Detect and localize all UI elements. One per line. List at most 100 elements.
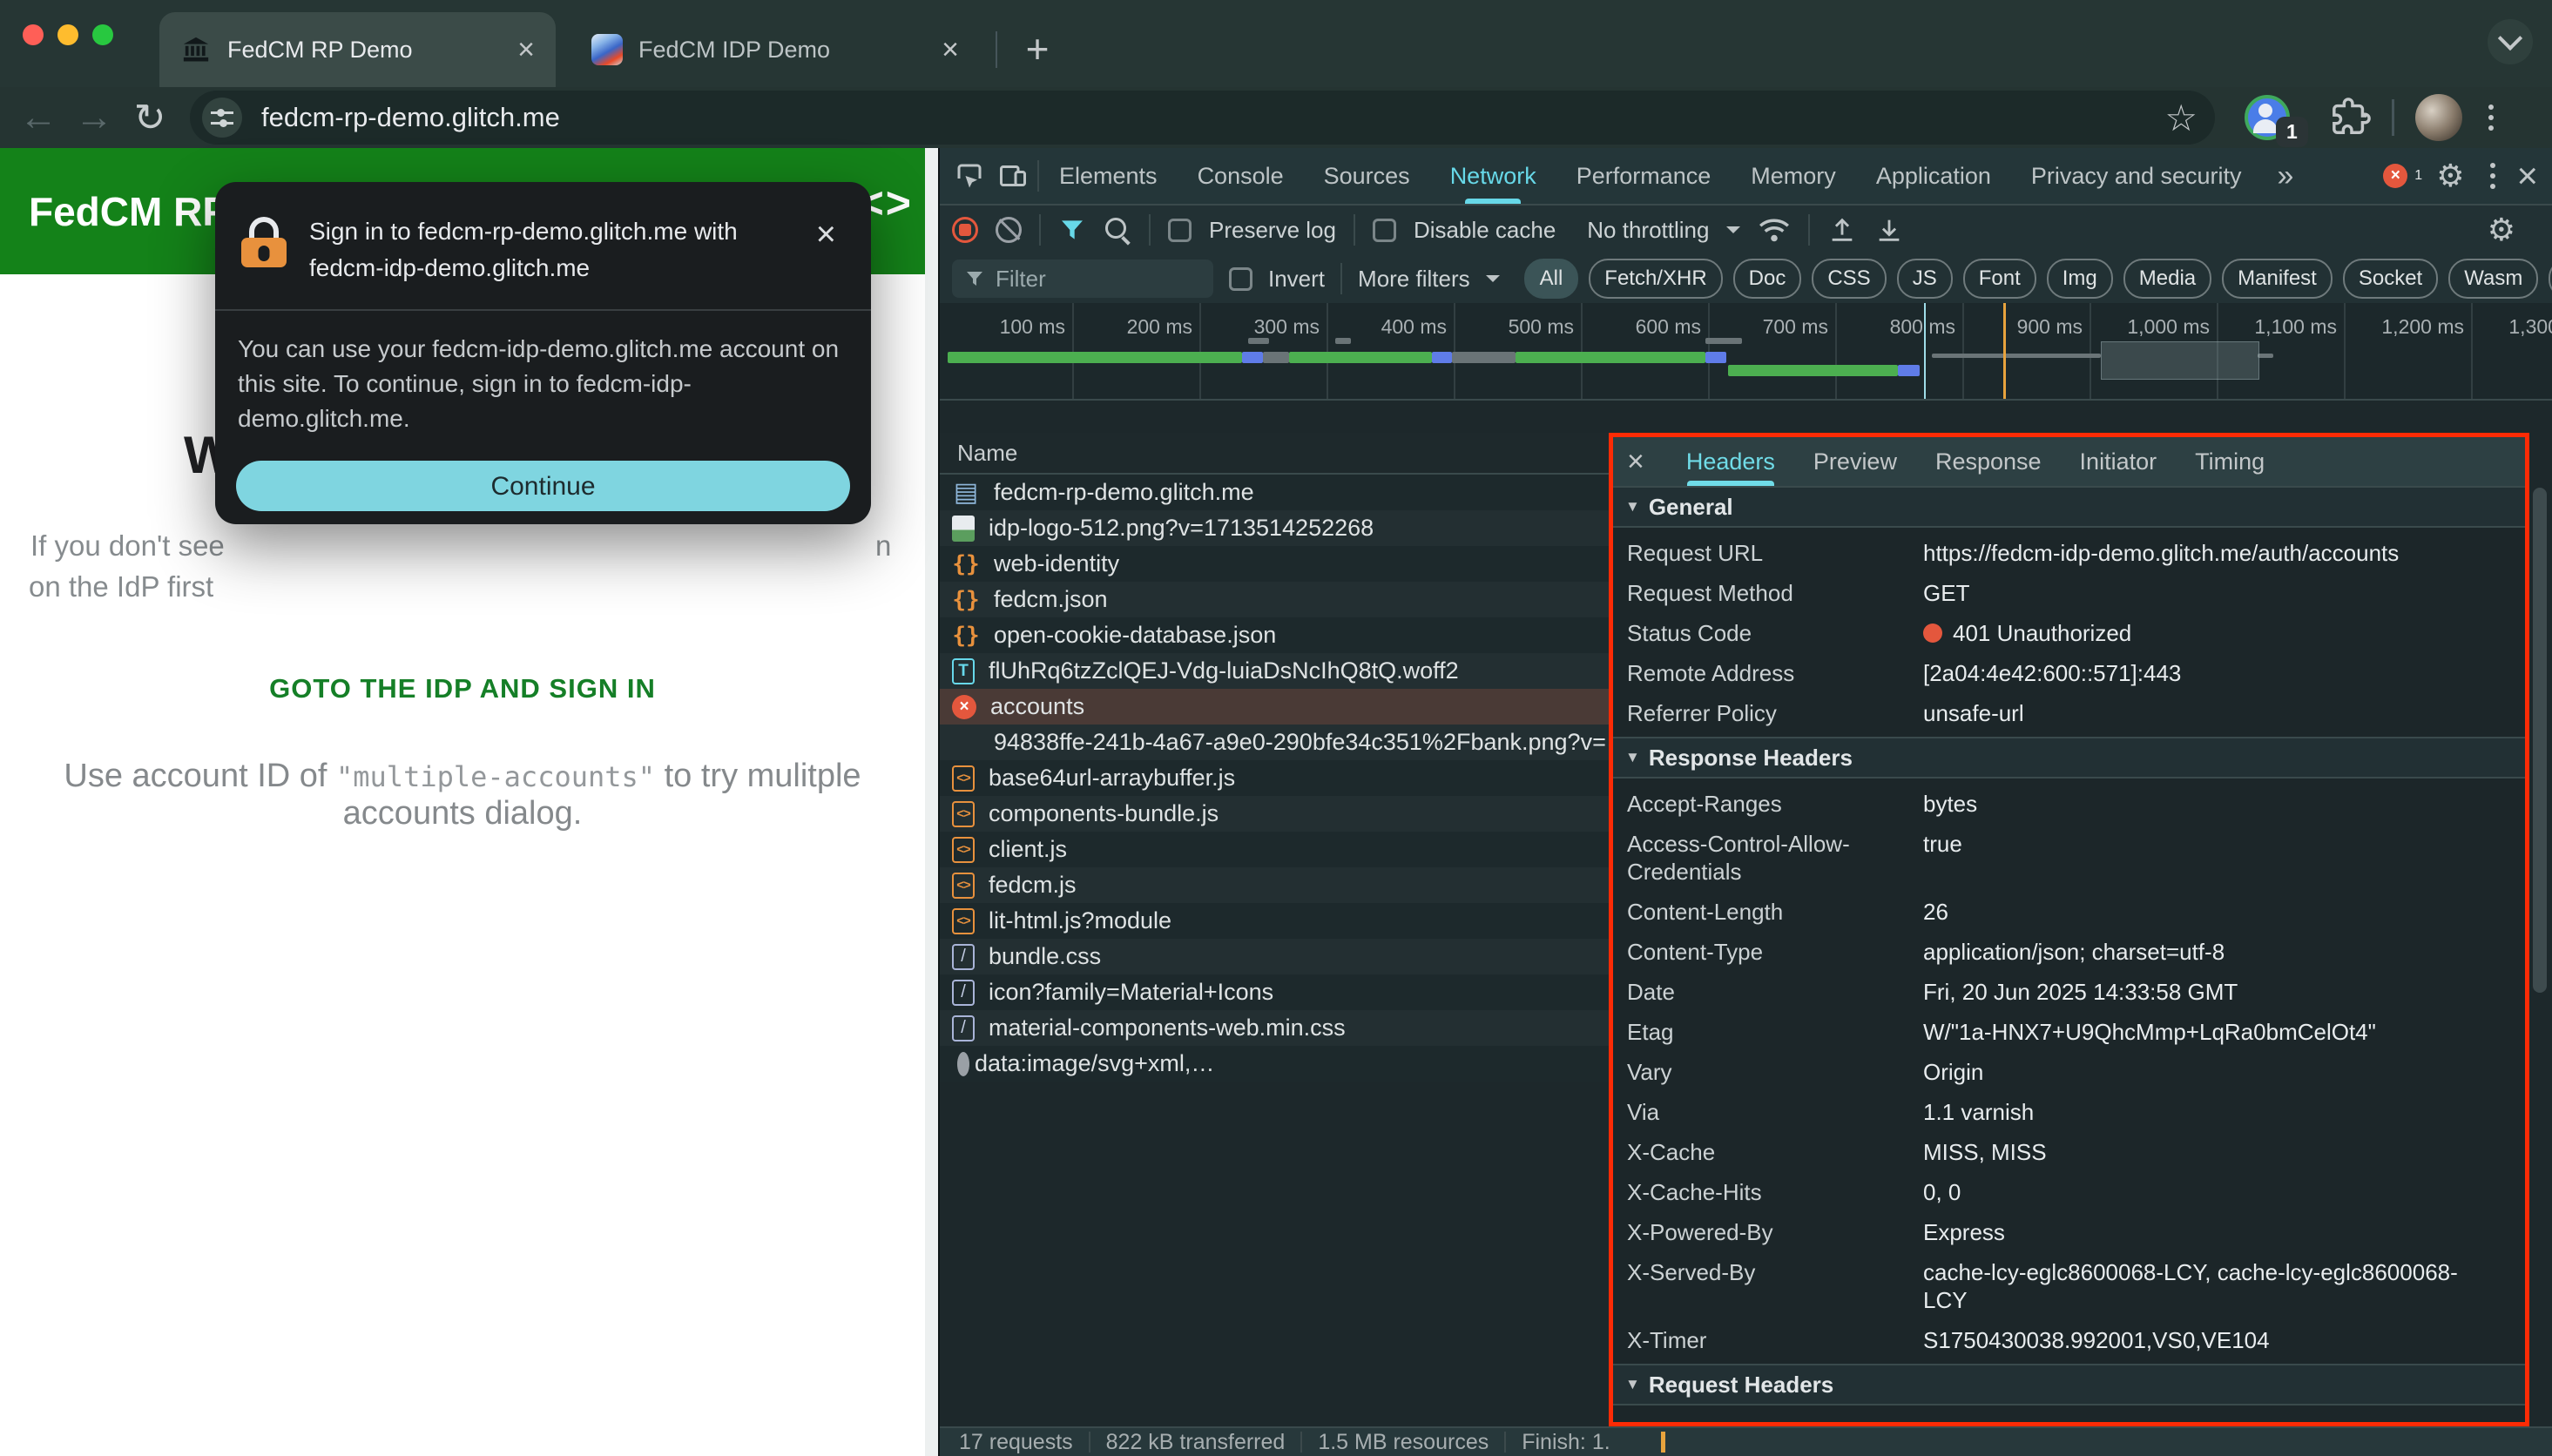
request-row-fedcm-rp-demo-glitch-me[interactable]: ▤fedcm-rp-demo.glitch.me [940, 475, 1609, 510]
import-har-icon[interactable] [1827, 215, 1857, 245]
close-details-icon[interactable]: × [1627, 447, 1644, 476]
site-info-icon[interactable] [202, 98, 242, 138]
timeline-selected-region[interactable] [2101, 341, 2259, 380]
filter-pill-js[interactable]: JS [1897, 259, 1953, 299]
search-icon[interactable] [1104, 216, 1131, 244]
section-header-response-headers[interactable]: ▼Response Headers [1613, 737, 2525, 779]
ruler-label: 900 ms [1968, 315, 2083, 339]
details-tab-preview[interactable]: Preview [1813, 437, 1897, 486]
filter-pill-media[interactable]: Media [2123, 259, 2211, 299]
devtools-tab-performance[interactable]: Performance [1576, 148, 1711, 204]
device-toolbar-icon[interactable] [997, 160, 1029, 192]
devtools-tab-elements[interactable]: Elements [1059, 148, 1158, 204]
requests-name-column-header[interactable]: Name [940, 433, 1609, 475]
details-tab-headers[interactable]: Headers [1686, 437, 1775, 486]
devtools-tab-application[interactable]: Application [1876, 148, 1991, 204]
request-row-open-cookie-database-jso[interactable]: {}open-cookie-database.json [940, 617, 1609, 653]
ruler-gridline [2344, 303, 2346, 401]
details-tab-initiator[interactable]: Initiator [2080, 437, 2157, 486]
bookmark-star-icon[interactable]: ☆ [2164, 97, 2198, 139]
browser-tab-rp-demo[interactable]: FedCM RP Demo × [159, 12, 556, 87]
devtools-tab-memory[interactable]: Memory [1751, 148, 1836, 204]
filter-pill-css[interactable]: CSS [1812, 259, 1886, 299]
devtools-tab-console[interactable]: Console [1198, 148, 1284, 204]
filter-pill-all[interactable]: All [1524, 259, 1579, 299]
network-settings-icon[interactable]: ⚙ [2488, 212, 2515, 248]
devtools-menu-icon[interactable] [2490, 163, 2495, 189]
tab-search-button[interactable] [2488, 19, 2533, 64]
new-tab-button[interactable]: + [1015, 26, 1060, 71]
devtools-scrollbar[interactable] [2533, 488, 2547, 993]
network-filter-bar: Filter Invert More filters AllFetch/XHRD… [940, 254, 2552, 303]
goto-idp-link[interactable]: GOTO THE IDP AND SIGN IN [0, 673, 925, 704]
devtools-close-icon[interactable]: × [2516, 155, 2538, 197]
request-row-fedcm-json[interactable]: {}fedcm.json [940, 582, 1609, 617]
network-conditions-icon[interactable] [1758, 216, 1791, 244]
request-row-web-identity[interactable]: {}web-identity [940, 546, 1609, 582]
filter-pill-other[interactable]: Other [2549, 259, 2552, 299]
tab-close-icon[interactable]: × [517, 35, 535, 64]
forward-button[interactable]: → [66, 96, 122, 139]
export-har-icon[interactable] [1874, 215, 1904, 245]
browser-tab-idp-demo[interactable]: FedCM IDP Demo × [570, 12, 980, 87]
filter-pill-doc[interactable]: Doc [1733, 259, 1802, 299]
request-row-idp-logo-512-png-v-17135[interactable]: idp-logo-512.png?v=1713514252268 [940, 510, 1609, 546]
details-tab-timing[interactable]: Timing [2195, 437, 2265, 486]
inspect-element-icon[interactable] [954, 160, 985, 192]
request-row-94838ffe-241b-4a67-a9e0-[interactable]: 94838ffe-241b-4a67-a9e0-290bfe34c351%2Fb… [940, 725, 1609, 760]
request-row-fedcm-js[interactable]: <>fedcm.js [940, 867, 1609, 903]
more-tabs-icon[interactable]: » [2278, 159, 2294, 193]
address-bar[interactable]: fedcm-rp-demo.glitch.me ☆ [190, 91, 2215, 145]
tab-close-icon[interactable]: × [942, 35, 959, 64]
record-network-log-icon[interactable] [952, 217, 978, 243]
filter-pill-manifest[interactable]: Manifest [2222, 259, 2333, 299]
request-row-fluhrq6tzzclqej-vdg-luia[interactable]: TflUhRq6tzZclQEJ-Vdg-luiaDsNcIhQ8tQ.woff… [940, 653, 1609, 689]
reload-button[interactable]: ↻ [122, 96, 178, 140]
filter-pill-wasm[interactable]: Wasm [2448, 259, 2538, 299]
extensions-puzzle-icon[interactable] [2331, 98, 2371, 138]
section-rows: Accept-RangesbytesAccess-Control-Allow-C… [1613, 779, 2525, 1365]
filter-input[interactable]: Filter [952, 260, 1213, 298]
dialog-title: Sign in to fedcm-rp-demo.glitch.me with … [309, 213, 738, 286]
devtools-tab-privacy-and-security[interactable]: Privacy and security [2031, 148, 2242, 204]
request-row-accounts[interactable]: ×accounts [940, 689, 1609, 725]
devtools-tab-network[interactable]: Network [1450, 148, 1536, 204]
invert-checkbox[interactable] [1229, 267, 1252, 291]
disable-cache-checkbox[interactable] [1373, 219, 1396, 242]
continue-button[interactable]: Continue [236, 461, 850, 511]
request-row-lit-html-js-module[interactable]: <>lit-html.js?module [940, 903, 1609, 939]
back-button[interactable]: ← [10, 96, 66, 139]
toolbar-separator [2392, 99, 2394, 136]
request-row-material-components-web-[interactable]: /material-components-web.min.css [940, 1010, 1609, 1046]
request-row-data-image-svg-xml-[interactable]: data:image/svg+xml,… [940, 1046, 1609, 1082]
filter-pill-socket[interactable]: Socket [2343, 259, 2438, 299]
clear-network-log-icon[interactable] [996, 217, 1022, 243]
maximize-window-button[interactable] [92, 24, 113, 45]
browser-menu-icon[interactable] [2488, 104, 2494, 131]
dialog-close-icon[interactable]: × [807, 213, 845, 255]
timeline-marker-line [1924, 303, 1926, 401]
details-tab-response[interactable]: Response [1935, 437, 2042, 486]
minimize-window-button[interactable] [57, 24, 78, 45]
preserve-log-checkbox[interactable] [1168, 219, 1192, 242]
filter-pill-img[interactable]: Img [2047, 259, 2113, 299]
request-row-bundle-css[interactable]: /bundle.css [940, 939, 1609, 974]
request-row-client-js[interactable]: <>client.js [940, 832, 1609, 867]
more-filters-button[interactable]: More filters [1358, 266, 1470, 293]
network-overview-timeline[interactable]: 100 ms200 ms300 ms400 ms500 ms600 ms700 … [940, 303, 2552, 401]
section-header-general[interactable]: ▼General [1613, 486, 2525, 528]
filter-icon[interactable] [1058, 216, 1086, 244]
request-row-base64url-arraybuffer-js[interactable]: <>base64url-arraybuffer.js [940, 760, 1609, 796]
devtools-settings-icon[interactable]: ⚙ [2436, 158, 2464, 194]
filter-pill-font[interactable]: Font [1963, 259, 2036, 299]
request-row-components-bundle-js[interactable]: <>components-bundle.js [940, 796, 1609, 832]
close-window-button[interactable] [23, 24, 44, 45]
error-badge[interactable]: ×1 [2383, 164, 2422, 188]
filter-pill-fetch-xhr[interactable]: Fetch/XHR [1589, 259, 1722, 299]
throttling-select[interactable]: No throttling [1587, 217, 1709, 244]
profile-avatar[interactable] [2415, 94, 2462, 141]
request-row-icon-family-material-ico[interactable]: /icon?family=Material+Icons [940, 974, 1609, 1010]
page-scrollbar[interactable] [925, 148, 938, 1456]
devtools-tab-sources[interactable]: Sources [1324, 148, 1410, 204]
section-header-request-headers[interactable]: ▼Request Headers [1613, 1364, 2525, 1405]
